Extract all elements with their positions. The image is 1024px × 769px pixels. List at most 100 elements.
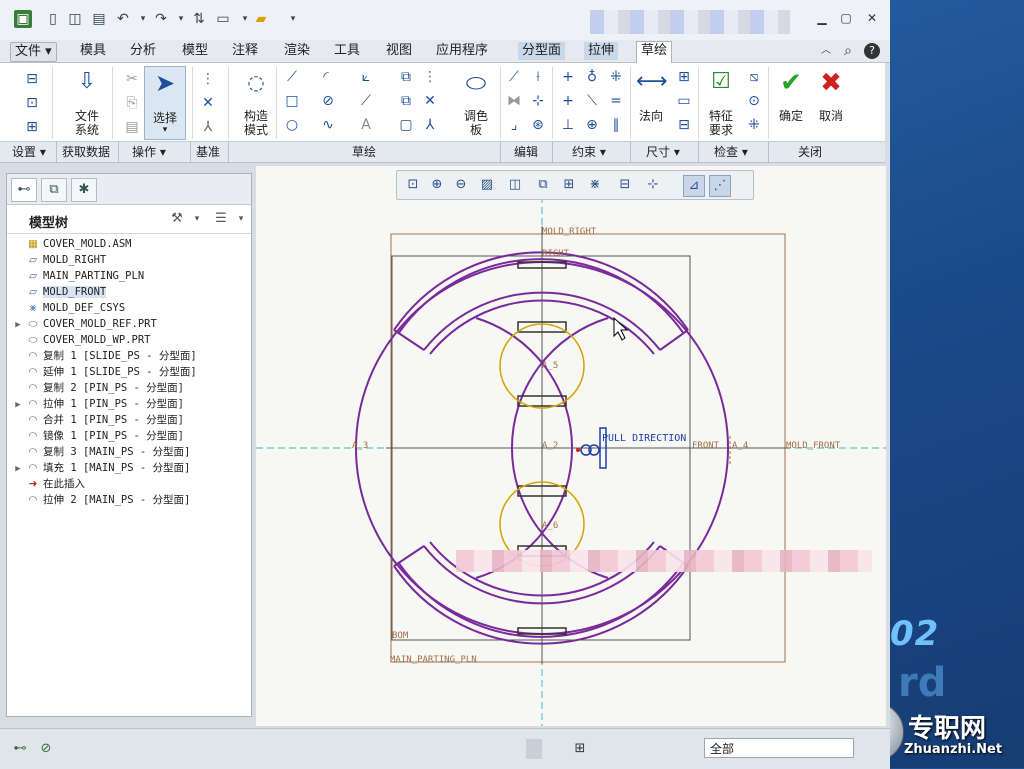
- midpoint-constraint-icon[interactable]: ⟍: [582, 91, 602, 111]
- minimize-icon[interactable]: ▁: [814, 10, 830, 26]
- datum-csys-icon[interactable]: ⅄: [198, 117, 218, 137]
- annotation-display-icon[interactable]: ⊟: [615, 175, 635, 195]
- app-logo-icon[interactable]: ▣: [14, 10, 32, 28]
- folder-browser-tab-icon[interactable]: ⧉: [41, 178, 67, 202]
- tab-render[interactable]: 渲染: [280, 42, 314, 60]
- select-button[interactable]: ➤ 选择 ▾: [144, 66, 186, 140]
- refit-icon[interactable]: ⊡: [403, 175, 423, 195]
- tree-item[interactable]: ⨳ MOLD_DEF_CSYS: [11, 300, 125, 316]
- overlapping-geometry-icon[interactable]: ⁜: [744, 115, 764, 135]
- model-tree-tab-icon[interactable]: ⊷: [11, 178, 37, 202]
- smart-select-icon[interactable]: ⊞: [570, 739, 590, 759]
- paste-icon[interactable]: ▤: [122, 117, 142, 137]
- expand-arrow-icon[interactable]: ▶: [11, 461, 25, 477]
- file-system-button[interactable]: 文件 系统: [66, 109, 108, 137]
- references-icon[interactable]: ⊡: [22, 93, 42, 113]
- undo-icon[interactable]: ↶: [114, 10, 132, 28]
- palette-icon[interactable]: ⬭: [460, 67, 492, 99]
- datum-display-icon[interactable]: ⋇: [585, 175, 605, 195]
- view-manager-icon[interactable]: ⊞: [559, 175, 579, 195]
- bottom-left-end[interactable]: [393, 545, 425, 567]
- palette-button[interactable]: 调色 板: [456, 109, 496, 137]
- redo-dropdown-icon[interactable]: ▾: [172, 10, 190, 28]
- baseline-icon[interactable]: ▭: [674, 91, 694, 111]
- ok-check-icon[interactable]: ✔: [778, 69, 804, 97]
- csys-icon[interactable]: ⅄: [420, 115, 440, 135]
- selection-filter-select[interactable]: 全部: [704, 738, 854, 758]
- tree-item[interactable]: ◠ 复制 3 [MAIN_PS - 分型面]: [11, 444, 190, 460]
- customize-dropdown-icon[interactable]: ▾: [284, 10, 302, 28]
- help-icon[interactable]: ?: [864, 43, 880, 59]
- regenerate-icon[interactable]: ⇅: [190, 10, 208, 28]
- group-setup[interactable]: 设置 ▾: [12, 144, 46, 160]
- tab-file[interactable]: 文件 ▾: [10, 42, 57, 62]
- cancel-x-icon[interactable]: ✖: [818, 69, 844, 97]
- rotate-resize-icon[interactable]: ⊛: [528, 115, 548, 135]
- top-left-end[interactable]: [393, 329, 425, 351]
- windows-icon[interactable]: ▭: [214, 10, 232, 28]
- symmetric-constraint-icon[interactable]: ⁜: [606, 67, 626, 87]
- sketch-display-icon[interactable]: ⊿: [683, 175, 705, 197]
- tree-item[interactable]: ◠ 复制 1 [SLIDE_PS - 分型面]: [11, 348, 196, 364]
- perimeter-icon[interactable]: ⊞: [674, 67, 694, 87]
- mirror-icon[interactable]: ⧓: [504, 91, 524, 111]
- tab-model[interactable]: 模型: [178, 42, 212, 60]
- feature-requirements-icon[interactable]: ☑: [706, 67, 736, 97]
- tree-item[interactable]: ▦ COVER_MOLD.ASM: [11, 236, 131, 252]
- delete-segment-icon[interactable]: ⟊: [528, 67, 548, 87]
- tree-item[interactable]: ▱ MOLD_FRONT: [11, 284, 107, 300]
- thicken-icon[interactable]: ⧉: [396, 91, 416, 111]
- zoom-in-icon[interactable]: ⊕: [427, 175, 447, 195]
- modify-icon[interactable]: ⟋: [504, 67, 524, 87]
- chamfer-icon[interactable]: ⟋: [356, 91, 376, 111]
- sketch-view-icon[interactable]: ⊞: [22, 117, 42, 137]
- redo-icon[interactable]: ↷: [152, 10, 170, 28]
- spline-icon[interactable]: ∿: [318, 115, 338, 135]
- outer-arc-top-inner[interactable]: [397, 258, 685, 335]
- file-system-icon[interactable]: ⇩: [72, 67, 102, 97]
- cut-icon[interactable]: ✂: [122, 69, 142, 89]
- tab-analysis[interactable]: 分析: [126, 42, 160, 60]
- repaint-icon[interactable]: ▨: [477, 175, 497, 195]
- tree-item[interactable]: ▱ MOLD_RIGHT: [11, 252, 106, 268]
- tree-item[interactable]: ➜ 在此插入: [11, 476, 85, 492]
- zoom-out-icon[interactable]: ⊖: [451, 175, 471, 195]
- tree-item[interactable]: ◠ 延伸 1 [SLIDE_PS - 分型面]: [11, 364, 196, 380]
- ok-button[interactable]: 确定: [772, 109, 810, 123]
- tab-parting-surface[interactable]: 分型面: [518, 42, 566, 60]
- close-window-icon[interactable]: ✕: [864, 10, 880, 26]
- new-file-icon[interactable]: ▯: [44, 10, 62, 28]
- copy-icon[interactable]: ⎘: [122, 93, 142, 113]
- highlight-open-ends-icon[interactable]: ⊙: [744, 91, 764, 111]
- perpendicular-constraint-icon[interactable]: ⊥: [558, 115, 578, 135]
- tree-item[interactable]: ◠ 复制 2 [PIN_PS - 分型面]: [11, 380, 184, 396]
- tree-item[interactable]: ◠ 拉伸 2 [MAIN_PS - 分型面]: [11, 492, 190, 508]
- construction-mode-button[interactable]: 构造 模式: [236, 109, 276, 137]
- browser-toggle-icon[interactable]: ⊘: [36, 739, 56, 759]
- tangent-constraint-icon[interactable]: ♁: [582, 67, 602, 87]
- outer-arc-bottom-inner[interactable]: [397, 561, 685, 638]
- sketch-setup-icon[interactable]: ⊟: [22, 69, 42, 89]
- search-icon[interactable]: ⌕: [840, 43, 856, 59]
- tab-tools[interactable]: 工具: [330, 42, 364, 60]
- tab-annotate[interactable]: 注释: [228, 42, 262, 60]
- group-dimension[interactable]: 尺寸 ▾: [646, 144, 680, 160]
- divide-icon[interactable]: ⊹: [528, 91, 548, 111]
- parallel-constraint-icon[interactable]: ∥: [606, 115, 626, 135]
- tree-item[interactable]: ▱ MAIN_PARTING_PLN: [11, 268, 144, 284]
- shade-closed-loops-icon[interactable]: ⧅: [744, 67, 764, 87]
- line-icon[interactable]: ⟋: [282, 67, 302, 87]
- ellipse-icon[interactable]: ⊘: [318, 91, 338, 111]
- open-folder-icon[interactable]: ◫: [66, 10, 84, 28]
- spin-center-icon[interactable]: ⊹: [643, 175, 663, 195]
- saved-views-icon[interactable]: ⧉: [533, 175, 553, 195]
- normal-dimension-button[interactable]: 法向: [632, 109, 670, 123]
- expand-arrow-icon[interactable]: ▶: [11, 397, 25, 413]
- cancel-button[interactable]: 取消: [812, 109, 850, 123]
- graphics-window[interactable]: MOLD_RIGHT RIGHT A_5 A_3 A_2 FRONT A_4 M…: [256, 166, 886, 726]
- horizontal-constraint-icon[interactable]: +: [558, 91, 578, 111]
- tree-item[interactable]: ▶ ◠ 拉伸 1 [PIN_PS - 分型面]: [11, 396, 184, 412]
- tree-settings-icon[interactable]: ⚒: [167, 210, 187, 228]
- tree-filter-icon[interactable]: ☰: [211, 210, 231, 228]
- sketch-canvas[interactable]: MOLD_RIGHT RIGHT A_5 A_3 A_2 FRONT A_4 M…: [256, 166, 886, 726]
